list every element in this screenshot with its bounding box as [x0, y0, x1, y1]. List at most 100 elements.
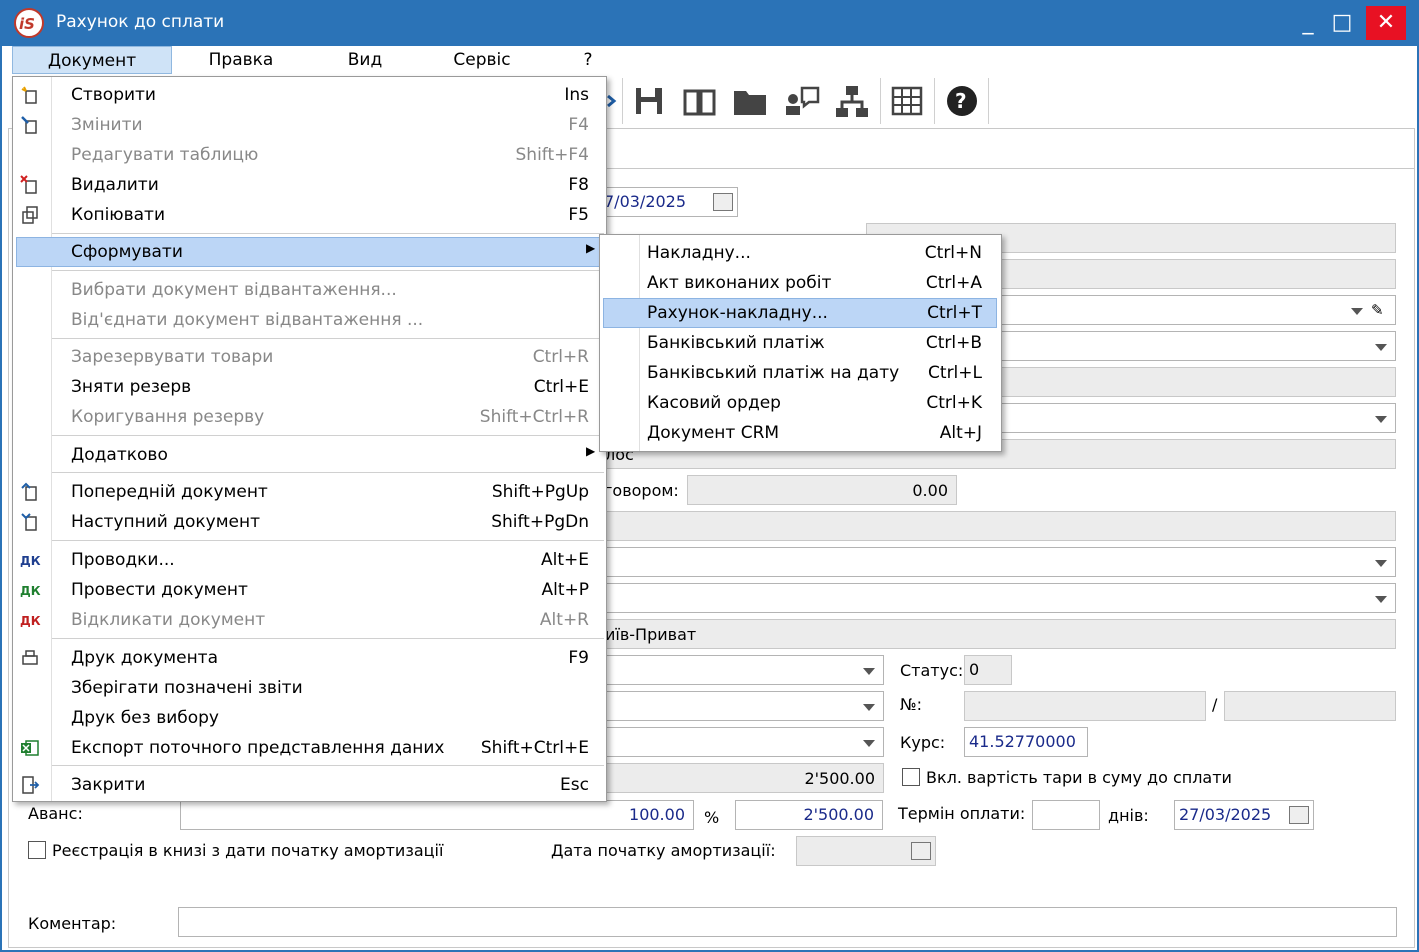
- tara-checkbox[interactable]: [902, 768, 920, 786]
- menu-item-edit-table[interactable]: Редагувати таблицю Shift+F4: [12, 140, 607, 170]
- menu-item-save-reports[interactable]: Зберігати позначені звіти: [12, 673, 607, 703]
- menu-separator: [52, 338, 604, 339]
- delete-icon: [20, 175, 40, 195]
- calendar-icon[interactable]: [1289, 806, 1309, 824]
- menu-item-generate[interactable]: Сформувати ▶: [12, 237, 607, 267]
- menu-item-additional[interactable]: Додатково ▶: [12, 440, 607, 470]
- save-icon[interactable]: [630, 82, 670, 120]
- calendar-icon[interactable]: [713, 193, 733, 211]
- submenu-item-cash-order[interactable]: Касовий ордер Ctrl+K: [599, 388, 1002, 418]
- term-date-value: 27/03/2025: [1179, 805, 1272, 824]
- close-button[interactable]: ✕: [1366, 6, 1406, 40]
- next-doc-icon: [20, 512, 40, 532]
- menu-item-next-doc[interactable]: Наступний документ Shift+PgDn: [12, 507, 607, 537]
- select-row-3[interactable]: ✎: [1000, 295, 1396, 325]
- chevron-down-icon: [863, 740, 875, 747]
- toolbar-separator: [880, 78, 881, 124]
- menu-help[interactable]: ?: [568, 46, 608, 74]
- menu-document[interactable]: Документ: [12, 46, 172, 74]
- tab-border: [600, 128, 1415, 129]
- menu-item-post-doc[interactable]: ДК Провести документ Alt+P: [12, 575, 607, 605]
- toolbar-separator: [934, 78, 935, 124]
- menu-item-print[interactable]: Друк документа F9: [12, 643, 607, 673]
- tara-checkbox-label: Вкл. вартість тари в суму до сплати: [926, 768, 1232, 787]
- menu-item-adjust-reserve[interactable]: Коригування резерву Shift+Ctrl+R: [12, 402, 607, 432]
- term-days-field[interactable]: [1032, 800, 1100, 830]
- select-row-13[interactable]: [600, 655, 884, 685]
- menu-item-print-no-select[interactable]: Друк без вибору: [12, 703, 607, 733]
- status-value: 0: [969, 660, 980, 679]
- print-icon: [20, 648, 40, 668]
- bank-field: иїв-Приват: [600, 619, 1396, 649]
- number-field: [964, 691, 1206, 721]
- registry-checkbox[interactable]: [28, 841, 46, 859]
- help-icon[interactable]: ?: [942, 82, 982, 120]
- menu-item-copy[interactable]: Копіювати F5: [12, 200, 607, 230]
- dogovor-field: 0.00: [687, 475, 957, 505]
- menu-item-unpost-doc[interactable]: ДК Відкликати документ Alt+R: [12, 605, 607, 635]
- maximize-button[interactable]: □: [1326, 6, 1358, 40]
- book-icon[interactable]: [680, 82, 720, 120]
- menu-item-create[interactable]: Створити Ins: [12, 80, 607, 110]
- user-chat-icon[interactable]: [782, 82, 822, 120]
- menu-item-unreserve[interactable]: Зняти резерв Ctrl+E: [12, 372, 607, 402]
- menu-edit[interactable]: Правка: [190, 46, 292, 74]
- chevron-down-icon: [1375, 344, 1387, 351]
- field-row-5: [1000, 367, 1396, 397]
- calendar-icon[interactable]: [911, 842, 931, 860]
- select-row-4[interactable]: [1000, 331, 1396, 361]
- menu-separator: [52, 472, 604, 473]
- menu-service[interactable]: Сервіс: [436, 46, 528, 74]
- avans-percent-field[interactable]: 100.00: [180, 800, 694, 830]
- submenu-item-invoice[interactable]: Накладну... Ctrl+N: [599, 238, 1002, 268]
- menu-item-delete[interactable]: Видалити F8: [12, 170, 607, 200]
- menu-view[interactable]: Вид: [320, 46, 410, 74]
- menu-item-export[interactable]: Експорт поточного представлення даних Sh…: [12, 733, 607, 763]
- number-label: №:: [900, 695, 923, 714]
- unpost-doc-icon: ДК: [20, 614, 41, 628]
- comment-field[interactable]: [178, 907, 1397, 937]
- submenu-item-act[interactable]: Акт виконаних робіт Ctrl+A: [599, 268, 1002, 298]
- select-row-6[interactable]: [1000, 403, 1396, 433]
- avans-label: Аванс:: [28, 804, 83, 823]
- submenu-item-bank-payment-date[interactable]: Банківський платіж на дату Ctrl+L: [599, 358, 1002, 388]
- menu-item-edit[interactable]: Змінити F4: [12, 110, 607, 140]
- select-row-14[interactable]: [600, 691, 884, 721]
- dogovor-label: говором:: [604, 481, 679, 500]
- chevron-down-icon: [863, 668, 875, 675]
- currency-select[interactable]: [600, 727, 884, 757]
- term-date-field[interactable]: 27/03/2025: [1174, 800, 1314, 830]
- menu-item-prev-doc[interactable]: Попередній документ Shift+PgUp: [12, 477, 607, 507]
- pencil-icon[interactable]: ✎: [1371, 301, 1389, 319]
- select-row-10[interactable]: [600, 547, 1396, 577]
- folder-icon[interactable]: [730, 82, 770, 120]
- hierarchy-icon[interactable]: [832, 82, 872, 120]
- registry-checkbox-label: Реєстрація в книзі з дати початку аморти…: [52, 841, 444, 860]
- chevron-down-icon: [1351, 308, 1363, 315]
- excel-icon: [20, 738, 40, 758]
- menu-item-reserve[interactable]: Зарезервувати товари Ctrl+R: [12, 342, 607, 372]
- menu-separator: [52, 765, 604, 766]
- minimize-button[interactable]: _: [1292, 6, 1324, 40]
- submenu-item-crm-document[interactable]: Документ CRM Alt+J: [599, 418, 1002, 448]
- submenu-item-bank-payment[interactable]: Банківський платіж Ctrl+B: [599, 328, 1002, 358]
- chevron-down-icon: [1375, 416, 1387, 423]
- amort-date-field: [796, 836, 936, 866]
- submenu-arrow-icon: ▶: [586, 241, 596, 255]
- status-label: Статус:: [900, 661, 964, 680]
- menu-separator: [52, 540, 604, 541]
- menu-item-detach-shipment[interactable]: Від'єднати документ відвантаження ...: [12, 305, 607, 335]
- comment-label: Коментар:: [28, 914, 117, 933]
- date-field[interactable]: 7/03/2025: [595, 187, 738, 217]
- select-row-11[interactable]: [600, 583, 1396, 613]
- avans-amount-field[interactable]: 2'500.00: [735, 800, 883, 830]
- menu-item-select-shipment[interactable]: Вибрати документ відвантаження...: [12, 275, 607, 305]
- menu-item-entries[interactable]: ДК Проводки... Alt+E: [12, 545, 607, 575]
- term-label: Термін оплати:: [898, 804, 1026, 823]
- toolbar-separator: [622, 78, 623, 124]
- rate-field[interactable]: 41.52770000: [964, 727, 1088, 757]
- submenu-item-invoice-bill[interactable]: Рахунок-накладну... Ctrl+T: [599, 298, 1002, 328]
- table-icon[interactable]: [888, 82, 928, 120]
- svg-text:iS: iS: [19, 15, 35, 33]
- menu-item-close[interactable]: Закрити Esc: [12, 770, 607, 800]
